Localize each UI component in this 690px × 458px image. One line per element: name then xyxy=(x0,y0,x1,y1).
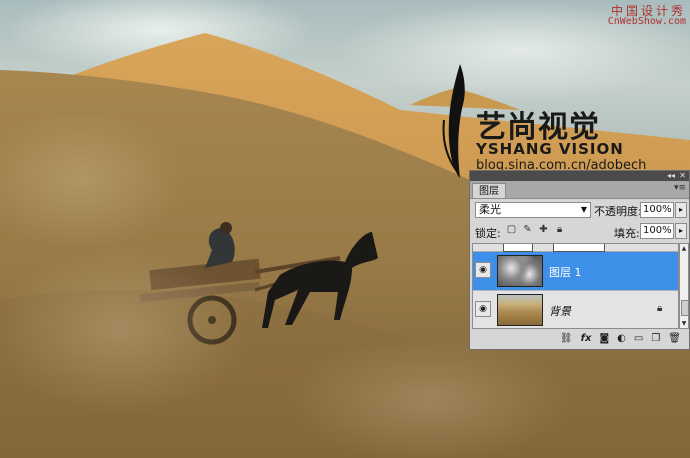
scroll-thumb[interactable] xyxy=(681,300,689,316)
mask-icon[interactable]: ◙ xyxy=(599,333,609,345)
fill-slider-button[interactable]: ▸ xyxy=(675,223,687,239)
lock-move-icon[interactable]: ✚ xyxy=(538,224,549,235)
opacity-input[interactable]: 100% xyxy=(640,202,674,218)
new-layer-icon[interactable]: ❐ xyxy=(651,333,660,345)
scroll-up-icon[interactable]: ▲ xyxy=(680,244,688,253)
panel-bottom-toolbar: ⛓ fx ◙ ◐ ▭ ❐ 🗑︎ xyxy=(470,330,689,349)
link-icon[interactable]: ⛓ xyxy=(560,333,573,345)
fill-input[interactable]: 100% xyxy=(640,223,674,239)
layer-mask-thumbnail xyxy=(553,244,605,252)
eye-icon[interactable]: ◉ xyxy=(475,301,491,317)
watermark-logo: 艺尚视觉 YSHANG VISION blog.sina.com.cn/adob… xyxy=(438,60,658,180)
scroll-down-icon[interactable]: ▼ xyxy=(680,319,688,328)
fill-label: 填充: xyxy=(614,227,640,240)
lock-transparency-icon[interactable]: ▢ xyxy=(506,224,517,235)
layer-thumbnail xyxy=(497,255,543,287)
tab-layers[interactable]: 图层 xyxy=(472,183,506,198)
blend-mode-value: 柔光 xyxy=(479,203,501,216)
trash-icon[interactable]: 🗑︎ xyxy=(668,333,681,345)
layer-thumbnail xyxy=(503,244,533,252)
watermark-title-en: YSHANG VISION xyxy=(476,140,624,158)
layer-row-partial[interactable] xyxy=(473,244,678,252)
layers-list: ◉ 图层 1 ◉ 背景 🔒︎ xyxy=(472,243,679,329)
layer-row-background[interactable]: ◉ 背景 🔒︎ xyxy=(473,290,678,328)
layer-thumbnail xyxy=(497,294,543,326)
layer-row-layer1[interactable]: ◉ 图层 1 xyxy=(473,252,678,290)
lock-label: 锁定: xyxy=(475,227,501,240)
lock-all-icon[interactable]: 🔒︎ xyxy=(554,224,565,235)
panel-title-bar[interactable]: ◂◂ ✕ xyxy=(470,171,689,181)
fx-icon[interactable]: fx xyxy=(581,333,592,345)
blend-mode-select[interactable]: 柔光 ▼ xyxy=(475,202,591,218)
close-icon[interactable]: ✕ xyxy=(679,171,686,181)
adjustment-icon[interactable]: ◐ xyxy=(617,333,626,345)
opacity-label: 不透明度: xyxy=(594,205,642,218)
lock-icon: 🔒︎ xyxy=(657,303,663,314)
site-logo-en: CnWebShow.com xyxy=(607,16,686,27)
lock-brush-icon[interactable]: ✎ xyxy=(522,224,533,235)
group-folder-icon[interactable]: ▭ xyxy=(634,333,643,345)
layers-scrollbar[interactable]: ▲ ▼ xyxy=(679,243,689,329)
layers-panel: ◂◂ ✕ 图层 ▾≡ 柔光 ▼ 不透明度: 100% ▸ 锁定: ▢ ✎ ✚ 🔒… xyxy=(469,170,690,350)
opacity-slider-button[interactable]: ▸ xyxy=(675,202,687,218)
chevron-down-icon: ▼ xyxy=(580,205,587,214)
layer-name: 背景 xyxy=(549,305,571,318)
lock-options: ▢ ✎ ✚ 🔒︎ xyxy=(506,224,565,235)
brush-stroke-icon xyxy=(442,64,465,178)
panel-tab-row: 图层 ▾≡ xyxy=(470,181,689,199)
layer-name: 图层 1 xyxy=(549,266,582,279)
eye-icon[interactable]: ◉ xyxy=(475,262,491,278)
panel-menu-icon[interactable]: ▾≡ xyxy=(674,183,686,193)
collapse-icon[interactable]: ◂◂ xyxy=(667,171,675,181)
